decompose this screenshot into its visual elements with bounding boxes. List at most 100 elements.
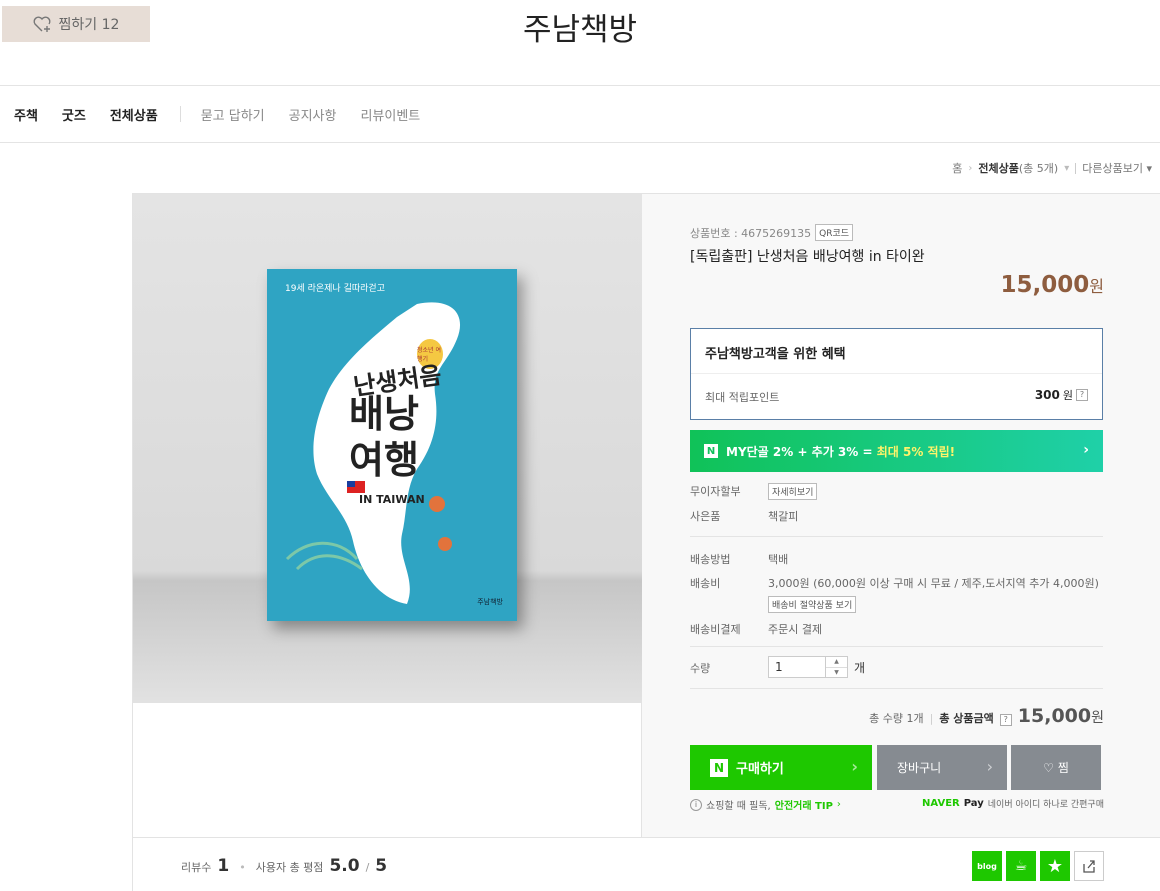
benefit-value: 300 원 ?: [1035, 387, 1088, 403]
divider: [690, 646, 1103, 647]
nav-item-notice[interactable]: 공지사항: [289, 105, 337, 124]
npay-note: NAVER Pay 네이버 아이디 하나로 간편구매: [922, 797, 1104, 810]
breadcrumb-current[interactable]: 전체상품(총 5개): [978, 160, 1058, 176]
book-cover: 19세 라온제나 길따라걷고 청소년 여행기 난생처음 배낭 여행 IN TAI…: [267, 269, 517, 621]
breadcrumb-count: (총 5개): [1018, 162, 1059, 175]
chevron-right-icon: ›: [1083, 442, 1089, 458]
divider: [690, 536, 1103, 537]
cart-button[interactable]: 장바구니 ›: [877, 745, 1007, 790]
nav-item-jucheck[interactable]: 주책: [14, 105, 38, 124]
chevron-right-icon: ›: [968, 162, 973, 174]
total-count: 총 수량 1개: [869, 712, 924, 725]
book-title-large: 배낭 여행: [349, 391, 419, 483]
quantity-stepper[interactable]: ▲ ▼: [826, 656, 848, 678]
breadcrumb: 홈 › 전체상품(총 5개) ▾ 다른상품보기 ▾: [952, 160, 1152, 176]
main-nav: 주책 굿즈 전체상품 묻고 답하기 공지사항 리뷰이벤트: [0, 86, 444, 142]
naver-n-icon: N: [710, 758, 728, 777]
share-arrow-icon: [1083, 860, 1095, 873]
chevron-right-icon: ›: [986, 757, 993, 776]
review-summary: 리뷰수 1 • 사용자 총 평점 5.0 / 5: [181, 856, 387, 876]
npay-banner-main: MY단골 2% + 추가 3% =: [726, 444, 877, 459]
installment-detail-button[interactable]: 자세히보기: [768, 483, 818, 500]
naver-n-icon: N: [704, 444, 718, 458]
book-title-line1: 배낭: [349, 392, 419, 436]
stepper-down-icon[interactable]: ▼: [826, 667, 847, 678]
ship-method-value: 택배: [768, 553, 789, 566]
gift-label: 사은품: [690, 510, 721, 523]
stepper-up-icon[interactable]: ▲: [826, 657, 847, 667]
product-image-column: 19세 라온제나 길따라걷고 청소년 여행기 난생처음 배낭 여행 IN TAI…: [133, 194, 642, 837]
rating-slash: /: [365, 861, 370, 874]
buy-button[interactable]: N 구매하기 ›: [690, 745, 872, 790]
product-box: 19세 라온제나 길따라걷고 청소년 여행기 난생처음 배낭 여행 IN TAI…: [132, 193, 1160, 891]
review-share-row: 리뷰수 1 • 사용자 총 평점 5.0 / 5 blog ☕ ★: [133, 837, 1160, 891]
divider: [690, 688, 1103, 689]
nav-separator: [179, 106, 181, 122]
total-summary: 총 수량 1개 | 총 상품금액 ? 15,000원: [869, 705, 1104, 727]
installment-label: 무이자할부: [690, 485, 741, 498]
book-location: IN TAIWAN: [359, 493, 425, 506]
benefit-unit: 원: [1062, 389, 1073, 402]
star-icon[interactable]: ★: [1040, 851, 1070, 881]
nav-item-goods[interactable]: 굿즈: [62, 105, 86, 124]
product-price-unit: 원: [1089, 277, 1104, 296]
installment-value: 자세히보기: [768, 483, 818, 500]
quantity-unit: 개: [854, 660, 866, 675]
npay-banner-highlight: 최대 5% 적립!: [876, 444, 956, 459]
buy-label: 구매하기: [736, 762, 784, 777]
npay-note-text: 네이버 아이디 하나로 간편구매: [987, 800, 1104, 810]
zzim-button[interactable]: ♡ 찜: [1011, 745, 1101, 790]
info-icon: i: [690, 798, 702, 811]
npay-banner-text: MY단골 2% + 추가 3% = 최대 5% 적립!: [726, 443, 955, 460]
chevron-right-icon: ›: [851, 757, 858, 776]
ship-fee-row: 배송비 3,000원 (60,000원 이상 구매 시 무료 / 제주,도서지역…: [690, 575, 1099, 591]
breadcrumb-current-label: 전체상품: [978, 162, 1019, 175]
total-amount: 15,000원: [1018, 705, 1104, 727]
npay-membership-banner[interactable]: N MY단골 2% + 추가 3% = 최대 5% 적립! ›: [690, 430, 1103, 472]
product-image[interactable]: 19세 라온제나 길따라걷고 청소년 여행기 난생처음 배낭 여행 IN TAI…: [133, 194, 642, 703]
total-label: 총 상품금액: [939, 712, 994, 725]
product-number-label: 상품번호 : 4675269135: [690, 226, 812, 240]
ship-fee-button-wrap: 배송비 절약상품 보기: [768, 596, 857, 613]
review-count[interactable]: 1: [217, 856, 229, 876]
nav-item-review-event[interactable]: 리뷰이벤트: [360, 105, 420, 124]
gift-row: 사은품 책갈피: [690, 508, 798, 524]
product-number: 상품번호 : 4675269135 QR코드: [690, 224, 854, 241]
share-icon[interactable]: [1074, 851, 1104, 881]
other-products-dropdown[interactable]: 다른상품보기 ▾: [1082, 160, 1152, 176]
safe-trade-link[interactable]: 안전거래 TIP: [775, 797, 833, 812]
cafe-share-icon[interactable]: ☕: [1006, 851, 1036, 881]
installment-row: 무이자할부 자세히보기: [690, 483, 818, 500]
qr-code-button[interactable]: QR코드: [815, 224, 854, 241]
help-icon[interactable]: ?: [999, 714, 1012, 726]
pay-logo: Pay: [963, 798, 984, 809]
nav-item-all-products[interactable]: 전체상품: [110, 105, 158, 124]
gift-value: 책갈피: [768, 510, 799, 523]
safe-trade-prefix: 쇼핑할 때 필독,: [706, 801, 771, 812]
ship-method-row: 배송방법 택배: [690, 551, 788, 567]
divider: [0, 142, 1160, 143]
total-amount-unit: 원: [1091, 710, 1104, 726]
benefit-label: 최대 적립포인트: [705, 391, 780, 404]
benefit-points: 300: [1034, 388, 1060, 402]
benefit-box: 주남책방고객을 위한 혜택 최대 적립포인트 300 원 ?: [690, 328, 1103, 420]
quantity-label: 수량: [690, 662, 711, 675]
help-icon[interactable]: ?: [1076, 389, 1088, 401]
breadcrumb-home[interactable]: 홈: [952, 160, 962, 176]
share-buttons: blog ☕ ★: [972, 851, 1104, 881]
ship-pay-row: 배송비결제 주문시 결제: [690, 621, 822, 637]
other-products-label: 다른상품보기: [1082, 162, 1143, 175]
benefit-title: 주남책방고객을 위한 혜택: [705, 347, 846, 362]
divider: [691, 373, 1102, 374]
store-title[interactable]: 주남책방: [0, 4, 1160, 49]
nav-item-qna[interactable]: 묻고 답하기: [201, 105, 265, 124]
chevron-right-icon: ›: [836, 799, 841, 810]
heart-icon: ♡: [1043, 760, 1054, 775]
ship-method-label: 배송방법: [690, 553, 731, 566]
ship-pay-label: 배송비결제: [690, 623, 741, 636]
caret-down-icon[interactable]: ▾: [1064, 163, 1069, 174]
ship-saving-products-button[interactable]: 배송비 절약상품 보기: [768, 596, 857, 613]
blog-share-icon[interactable]: blog: [972, 851, 1002, 881]
book-publisher: 주남책방: [477, 598, 503, 606]
quantity-input[interactable]: [768, 656, 826, 678]
